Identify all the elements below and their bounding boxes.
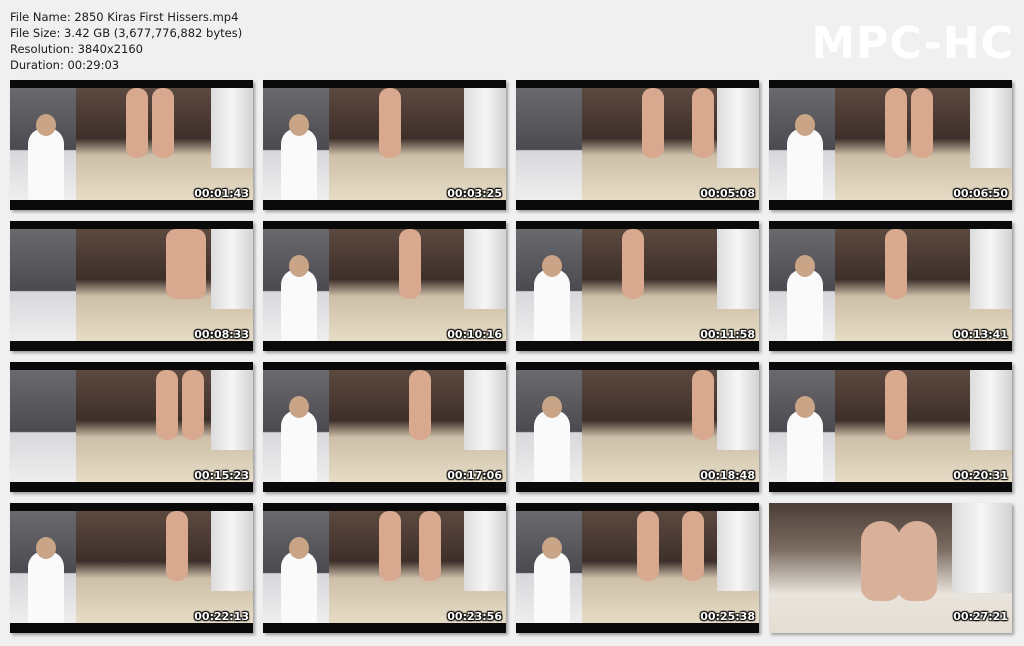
- thumbnail: 00:20:31: [769, 362, 1012, 492]
- thumbnail: 00:05:08: [516, 80, 759, 210]
- thumbnail: 00:06:50: [769, 80, 1012, 210]
- timestamp: 00:10:16: [447, 328, 502, 341]
- timestamp: 00:17:06: [447, 469, 502, 482]
- thumbnail: 00:23:56: [263, 503, 506, 633]
- thumbnail: 00:11:58: [516, 221, 759, 351]
- thumbnail: 00:03:25: [263, 80, 506, 210]
- mpc-hc-logo: MPC-HC: [811, 18, 1014, 69]
- thumbnail: 00:22:13: [10, 503, 253, 633]
- timestamp: 00:01:43: [194, 187, 249, 200]
- timestamp: 00:05:08: [700, 187, 755, 200]
- timestamp: 00:27:21: [953, 610, 1008, 623]
- timestamp: 00:13:41: [953, 328, 1008, 341]
- thumbnail: 00:27:21: [769, 503, 1012, 633]
- thumbnail: 00:18:48: [516, 362, 759, 492]
- timestamp: 00:11:58: [700, 328, 755, 341]
- timestamp: 00:06:50: [953, 187, 1008, 200]
- resolution: Resolution: 3840x2160: [10, 42, 143, 56]
- file-info: File Name: 2850 Kiras First Hissers.mp4 …: [10, 9, 242, 73]
- thumbnail: 00:10:16: [263, 221, 506, 351]
- thumbnail: 00:17:06: [263, 362, 506, 492]
- thumbnail: 00:15:23: [10, 362, 253, 492]
- duration: Duration: 00:29:03: [10, 58, 120, 72]
- file-name: File Name: 2850 Kiras First Hissers.mp4: [10, 10, 239, 24]
- thumbnail: 00:08:33: [10, 221, 253, 351]
- timestamp: 00:03:25: [447, 187, 502, 200]
- thumbnail: 00:25:38: [516, 503, 759, 633]
- timestamp: 00:15:23: [194, 469, 249, 482]
- timestamp: 00:23:56: [447, 610, 502, 623]
- timestamp: 00:18:48: [700, 469, 755, 482]
- timestamp: 00:25:38: [700, 610, 755, 623]
- timestamp: 00:20:31: [953, 469, 1008, 482]
- timestamp: 00:22:13: [194, 610, 249, 623]
- thumbnail: 00:01:43: [10, 80, 253, 210]
- timestamp: 00:08:33: [194, 328, 249, 341]
- file-size: File Size: 3.42 GB (3,677,776,882 bytes): [10, 26, 243, 40]
- thumbnail: 00:13:41: [769, 221, 1012, 351]
